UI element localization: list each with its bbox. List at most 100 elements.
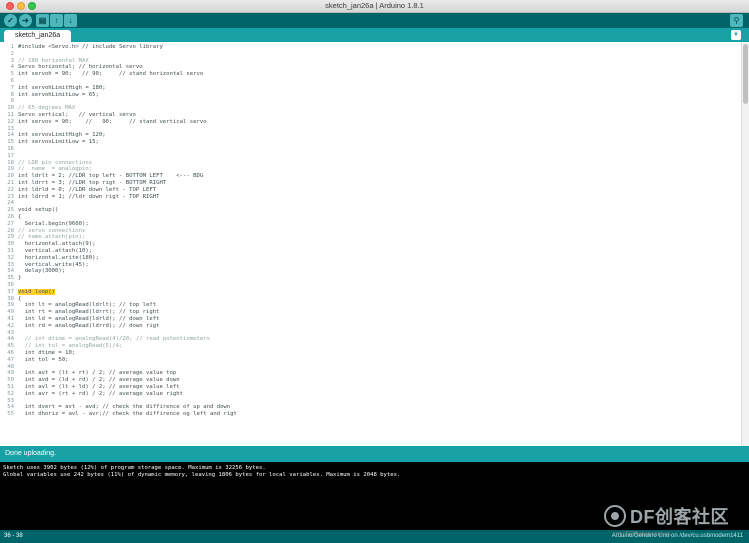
code-line[interactable]: 45 // int tol = analogRead(5)/4; <box>0 343 741 350</box>
code-text: void loop() <box>18 288 56 295</box>
code-text: int dvert = avt - avd; // check the diff… <box>18 404 231 411</box>
line-number: 18 <box>7 159 14 166</box>
line-number: 55 <box>7 411 14 418</box>
code-line[interactable]: 34 delay(3000); <box>0 268 741 275</box>
code-text: int avr = (rt + rd) / 2; // average valu… <box>18 390 184 397</box>
editor-scrollbar[interactable] <box>741 42 749 446</box>
code-line[interactable]: 54 int dvert = avt - avd; // check the d… <box>0 404 741 411</box>
verify-button[interactable]: ✓ <box>4 14 17 27</box>
line-number: 9 <box>10 98 14 105</box>
code-text: int ldrlt = 2; //LDR top left - BOTTOM L… <box>18 173 204 180</box>
tab-sketch[interactable]: sketch_jan26a <box>4 30 72 42</box>
code-line[interactable]: 9 <box>0 98 741 105</box>
new-button[interactable]: ▤ <box>36 14 49 27</box>
code-line[interactable]: 5 int servoh = 90; // 90; // stand horizo… <box>0 71 741 78</box>
code-line[interactable]: 47 int tol = 50; <box>0 357 741 364</box>
code-text: horizontal.write(180); <box>18 254 99 261</box>
code-line[interactable]: 48 <box>0 364 741 371</box>
code-line[interactable]: 21 int ldrrt = 3; //LDR top rigt - BOTTOM… <box>0 180 741 187</box>
code-line[interactable]: 15 int servovLimitLow = 15; <box>0 139 741 146</box>
code-line[interactable]: 4 Servo horizontal; // horizontal servo <box>0 64 741 71</box>
line-number: 17 <box>7 152 14 159</box>
code-line[interactable]: 46 int dtime = 10; <box>0 350 741 357</box>
code-line[interactable]: 52 int avr = (rt + rd) / 2; // average v… <box>0 391 741 398</box>
save-button[interactable]: ↓ <box>64 14 77 27</box>
line-number: 5 <box>10 71 14 78</box>
upload-button[interactable]: ➜ <box>19 14 32 27</box>
code-line[interactable]: 19 // name = analogpin; <box>0 166 741 173</box>
code-text: // LDR pin connections <box>18 159 93 166</box>
tab-menu-button[interactable]: ▼ <box>731 30 741 40</box>
code-line[interactable]: 38 { <box>0 296 741 303</box>
code-line[interactable]: 11 Servo vertical; // vertical servo <box>0 112 741 119</box>
code-line[interactable]: 25 void setup() <box>0 207 741 214</box>
code-line[interactable]: 43 <box>0 330 741 337</box>
code-line[interactable]: 36 <box>0 282 741 289</box>
code-line[interactable]: 16 <box>0 146 741 153</box>
code-line[interactable]: 23 int ldrrd = 1; //ldr down rigt - TOP R… <box>0 194 741 201</box>
code-text: } <box>18 275 22 282</box>
serial-monitor-button[interactable]: ⚲ <box>730 14 743 27</box>
code-line[interactable]: 29 // name.attach(pin); <box>0 234 741 241</box>
code-line[interactable]: 7 int servohLimitHigh = 180; <box>0 85 741 92</box>
line-number: 35 <box>7 275 14 282</box>
code-line[interactable]: 28 // servo connections <box>0 228 741 235</box>
code-line[interactable]: 41 int ld = analogRead(ldrld); // down l… <box>0 316 741 323</box>
line-number: 30 <box>7 241 14 248</box>
open-button[interactable]: ↑ <box>50 14 63 27</box>
line-number: 12 <box>7 118 14 125</box>
line-number: 14 <box>7 132 14 139</box>
code-editor[interactable]: 1 #include <Servo.h> // include Servo lib… <box>0 42 741 446</box>
code-line[interactable]: 8 int servohLimitLow = 65; <box>0 92 741 99</box>
code-line[interactable]: 6 <box>0 78 741 85</box>
code-line[interactable]: 50 int avd = (ld + rd) / 2; // average v… <box>0 377 741 384</box>
code-line[interactable]: 30 horizontal.attach(9); <box>0 241 741 248</box>
code-line[interactable]: 10 // 65 degrees MAX <box>0 105 741 112</box>
code-line[interactable]: 24 <box>0 200 741 207</box>
code-line[interactable]: 31 vertical.attach(10); <box>0 248 741 255</box>
line-number: 47 <box>7 356 14 363</box>
code-line[interactable]: 55 int dhoriz = avl - avr;// check the d… <box>0 411 741 418</box>
code-line[interactable]: 40 int rt = analogRead(ldrrt); // top ri… <box>0 309 741 316</box>
line-number: 1 <box>10 44 14 50</box>
code-line[interactable]: 33 vertical.write(45); <box>0 262 741 269</box>
line-number: 42 <box>7 322 14 329</box>
line-number: 38 <box>7 295 14 302</box>
chevron-down-icon: ▼ <box>733 32 739 38</box>
code-line[interactable]: 22 int ldrld = 0; //LDR down left - TOP L… <box>0 187 741 194</box>
code-line[interactable]: 17 <box>0 153 741 160</box>
watermark-url: mc.DFRobot.com.cn <box>616 532 671 538</box>
code-text: int rt = analogRead(ldrrt); // top right <box>18 309 160 316</box>
title-bar: sketch_jan26a | Arduino 1.8.1 <box>0 0 749 13</box>
line-number: 20 <box>7 173 14 180</box>
code-text: delay(3000); <box>18 268 66 275</box>
code-text: // name.attach(pin); <box>18 234 86 241</box>
code-line[interactable]: 32 horizontal.write(180); <box>0 255 741 262</box>
code-text: int avl = (lt + ld) / 2; // average valu… <box>18 384 180 390</box>
code-line[interactable]: 12 int servov = 90; // 90; // stand verti… <box>0 119 741 126</box>
code-line[interactable]: 37 void loop() <box>0 288 741 296</box>
code-text: int ldrrt = 3; //LDR top rigt - BOTTOM R… <box>18 180 167 186</box>
code-line[interactable]: 2 <box>0 51 741 58</box>
code-line[interactable]: 44 // int dtime = analogRead(4)/20; // r… <box>0 336 741 343</box>
code-line[interactable]: 1 #include <Servo.h> // include Servo lib… <box>0 44 741 51</box>
code-line[interactable]: 26 { <box>0 214 741 221</box>
code-line[interactable]: 20 int ldrlt = 2; //LDR top left - BOTTOM… <box>0 173 741 180</box>
scrollbar-thumb[interactable] <box>743 44 748 104</box>
code-line[interactable]: 42 int rd = analogRead(ldrrd); // down r… <box>0 323 741 330</box>
code-line[interactable]: 14 int servovLimitHigh = 120; <box>0 132 741 139</box>
code-line[interactable]: 35} <box>0 275 741 282</box>
code-line[interactable]: 13 <box>0 126 741 133</box>
code-line[interactable]: 18 // LDR pin connections <box>0 160 741 167</box>
code-line[interactable]: 53 <box>0 398 741 405</box>
code-line[interactable]: 39 int lt = analogRead(ldrlt); // top le… <box>0 302 741 309</box>
line-number: 16 <box>7 146 14 152</box>
line-number: 28 <box>7 227 14 234</box>
status-message: Done uploading. <box>5 450 56 457</box>
code-line[interactable]: 49 int avt = (lt + rt) / 2; // average v… <box>0 370 741 377</box>
line-number: 37 <box>7 288 14 295</box>
code-line[interactable]: 51 int avl = (lt + ld) / 2; // average v… <box>0 384 741 391</box>
code-line[interactable]: 27 Serial.begin(9600); <box>0 221 741 228</box>
code-line[interactable]: 3 // 180 horizontal MAX <box>0 58 741 65</box>
line-number: 31 <box>7 248 14 254</box>
